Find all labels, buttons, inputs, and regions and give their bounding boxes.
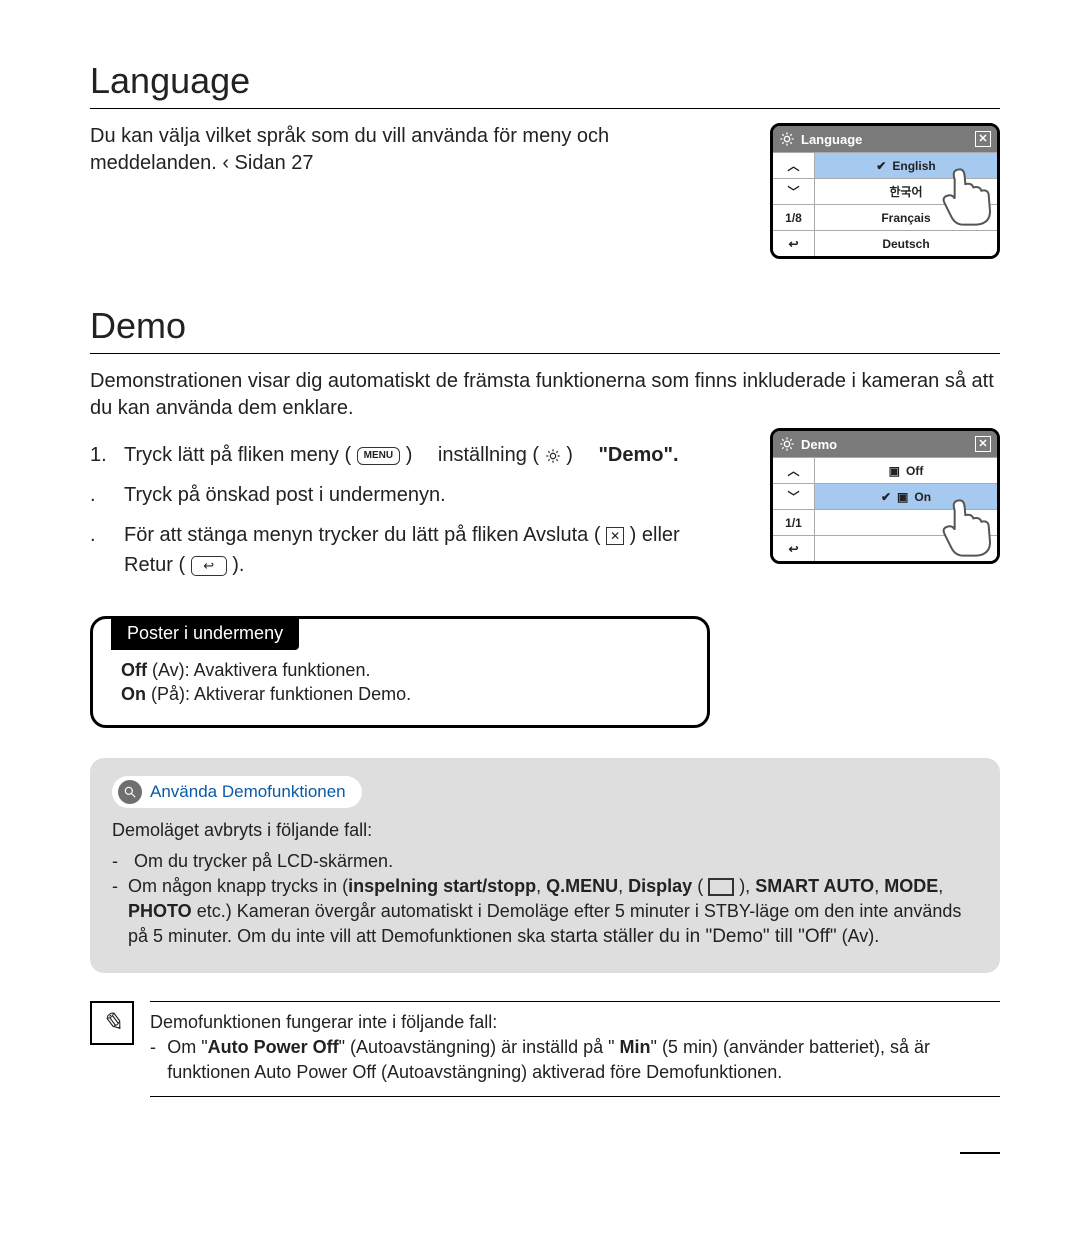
text: ). [232, 554, 244, 576]
text: ) [566, 444, 573, 466]
label-bold: MODE [884, 876, 938, 896]
demo-step-3: . För att stänga menyn trycker du lätt p… [90, 520, 730, 580]
label-bold: Q.MENU [546, 876, 618, 896]
option-label: English [892, 159, 935, 173]
text: inställning ( [438, 444, 539, 466]
text: Tryck lätt på fliken meny ( [124, 444, 351, 466]
empty-option [815, 509, 997, 535]
scroll-up-button[interactable]: ︿ [773, 457, 815, 483]
close-icon: ✕ [606, 527, 624, 545]
language-option-korean[interactable]: 한국어 [815, 178, 997, 204]
back-button[interactable]: ↩ [773, 535, 815, 561]
label-bold: Off [121, 660, 147, 680]
submenu-items-box: Poster i undermeny Off (Av): Avaktivera … [90, 616, 710, 728]
label-bold: inspelning start/stopp [348, 876, 536, 896]
text: För att stänga menyn trycker du lätt på … [124, 524, 601, 546]
screenshot-header-label: Demo [801, 437, 837, 452]
demo-option-off[interactable]: ▣ Off [815, 457, 997, 483]
demo-intro: Demonstrationen visar dig automatiskt de… [90, 368, 1000, 422]
language-body-text: Du kan välja vilket språk som du vill an… [90, 125, 609, 174]
scroll-up-button[interactable]: ︿ [773, 152, 815, 178]
label-bold: PHOTO [128, 901, 192, 921]
label-bold: SMART AUTO [755, 876, 874, 896]
footer-rule [960, 1152, 1000, 1154]
option-label: Deutsch [882, 237, 929, 251]
text: Tryck på önskad post i undermenyn. [124, 480, 730, 510]
empty-option [815, 535, 997, 561]
gear-icon [779, 436, 795, 452]
text: (Av): Avaktivera funktionen. [147, 660, 370, 680]
return-icon: ↩ [191, 556, 227, 576]
option-label: 한국어 [889, 183, 922, 200]
label-bold: Display [628, 876, 692, 896]
language-page-ref: ‹ Sidan 27 [222, 152, 313, 174]
note-icon: ✎ [90, 1001, 134, 1045]
section-title-demo: Demo [90, 305, 1000, 354]
tip-pill: Använda Demofunktionen [112, 776, 362, 808]
gear-icon [545, 448, 561, 464]
page-indicator: 1/8 [773, 204, 815, 230]
option-label: Français [881, 211, 930, 225]
text: Om någon knapp trycks in ( [128, 876, 348, 896]
label-bold: Auto Power Off [208, 1037, 339, 1057]
demo-step-1: 1. Tryck lätt på fliken meny ( MENU ) in… [90, 440, 730, 470]
note-line-1: Demofunktionen fungerar inte i följande … [150, 1010, 1000, 1035]
screenshot-header-label: Language [801, 132, 862, 147]
language-option-deutsch[interactable]: Deutsch [815, 230, 997, 256]
gear-icon [779, 131, 795, 147]
label-bold: On [121, 684, 146, 704]
text: " (Autoavstängning) är inställd på " [339, 1037, 620, 1057]
screenshot-header: Demo ✕ [773, 431, 997, 457]
step-bullet: . [90, 480, 114, 510]
screenshot-header: Language ✕ [773, 126, 997, 152]
magnifier-icon [118, 780, 142, 804]
demo-screenshot: Demo ✕ ︿ ﹀ 1/1 ↩ ▣ Off ✔ ▣ On [770, 428, 1000, 564]
tip-line-1: Demoläget avbryts i följande fall: [112, 818, 978, 843]
page-indicator: 1/1 [773, 509, 815, 535]
close-icon[interactable]: ✕ [975, 131, 991, 147]
language-body: Du kan välja vilket språk som du vill an… [90, 123, 730, 177]
language-screenshot: Language ✕ ︿ ﹀ 1/8 ↩ ✔ English 한국어 Franç… [770, 123, 1000, 259]
text: (Av). [837, 926, 880, 946]
note-bullet-1: - Om "Auto Power Off" (Autoavstängning) … [150, 1035, 1000, 1085]
submenu-on-row: On (På): Aktiverar funktionen Demo. [121, 682, 683, 706]
film-icon: ▣ [897, 490, 908, 504]
submenu-tab-label: Poster i undermeny [111, 617, 299, 650]
option-label: On [914, 490, 931, 504]
scroll-down-button[interactable]: ﹀ [773, 178, 815, 204]
step-bullet: . [90, 520, 114, 580]
submenu-off-row: Off (Av): Avaktivera funktionen. [121, 658, 683, 682]
close-icon[interactable]: ✕ [975, 436, 991, 452]
text: Om du trycker på LCD-skärmen. [134, 849, 393, 874]
text: Om "Auto Power Off" (Autoavstängning) är… [167, 1035, 1000, 1085]
language-option-francais[interactable]: Français [815, 204, 997, 230]
text: ) [406, 444, 413, 466]
text: Om " [167, 1037, 207, 1057]
tip-pill-label: Använda Demofunktionen [150, 780, 346, 804]
section-title-language: Language [90, 60, 1000, 109]
scroll-down-button[interactable]: ﹀ [773, 483, 815, 509]
option-label: Off [906, 464, 923, 478]
tip-bullet-2: - Om någon knapp trycks in (inspelning s… [112, 874, 978, 951]
film-icon: ▣ [889, 464, 900, 478]
demo-option-on[interactable]: ✔ ▣ On [815, 483, 997, 509]
tip-bullet-1: - Om du trycker på LCD-skärmen. [112, 849, 978, 874]
text-emphasis: starta ställer du in "Demo" till "Off" [550, 926, 836, 947]
text-bold: "Demo". [598, 444, 678, 466]
back-button[interactable]: ↩ [773, 230, 815, 256]
note-row: ✎ Demofunktionen fungerar inte i följand… [90, 1001, 1000, 1097]
demo-step-2: . Tryck på önskad post i undermenyn. [90, 480, 730, 510]
tip-box: Använda Demofunktionen Demoläget avbryts… [90, 758, 1000, 973]
menu-icon: MENU [357, 447, 400, 465]
display-icon [708, 878, 734, 896]
language-option-english[interactable]: ✔ English [815, 152, 997, 178]
label-bold: Min [620, 1037, 651, 1057]
text: Om någon knapp trycks in (inspelning sta… [128, 874, 978, 951]
step-number: 1. [90, 440, 114, 470]
text: (På): Aktiverar funktionen Demo. [146, 684, 411, 704]
